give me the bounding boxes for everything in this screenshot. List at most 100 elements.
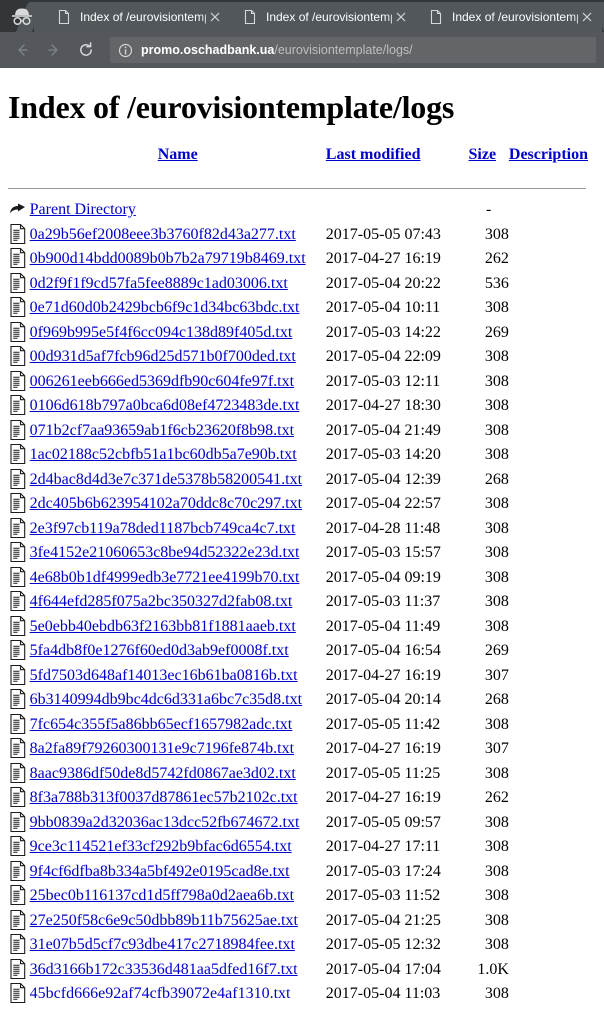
file-name-cell: 27e250f58c6e9c50dbb89b11b75625ae.txt	[30, 909, 326, 934]
file-icon	[8, 664, 30, 689]
file-size: 536	[484, 274, 509, 292]
file-date: 2017-05-05 12:32	[325, 936, 441, 953]
table-row: 006261eeb666ed5369dfb90c604fe97f.txt 2017…	[8, 370, 588, 395]
horizontal-rule	[8, 188, 586, 189]
file-link[interactable]: 5fd7503d648af14013ec16b61ba0816b.txt	[30, 667, 298, 684]
file-link[interactable]: 9f4cf6dfba8b334a5bf492e0195cad8e.txt	[30, 863, 290, 880]
file-date: 2017-05-04 22:09	[325, 348, 441, 365]
file-description	[509, 247, 588, 272]
file-name-cell: 6b3140994db9bc4dc6d331a6bc7c35d8.txt	[30, 688, 326, 713]
file-link[interactable]: 0106d618b797a0bca6d08ef4723483de.txt	[30, 397, 300, 414]
file-link[interactable]: 8a2fa89f79260300131e9c7196fe874b.txt	[30, 740, 294, 757]
file-link[interactable]: 36d3166b172c33536d481aa5dfed16f7.txt	[30, 961, 298, 978]
table-row: 25bec0b116137cd1d5ff798a0d2aea6b.txt 2017…	[8, 884, 588, 909]
file-link[interactable]: 5fa4db8f0e1276f60ed0d3ab9ef0008f.txt	[30, 642, 289, 659]
browser-tab-2[interactable]: Index of /eurovisiontemplate/logs	[220, 2, 416, 32]
table-row: 5fd7503d648af14013ec16b61ba0816b.txt 2017…	[8, 664, 588, 689]
file-link[interactable]: 5e0ebb40ebdb63f2163bb81f1881aaeb.txt	[30, 618, 296, 635]
parent-directory-row: Parent Directory -	[8, 198, 588, 223]
file-link[interactable]: 25bec0b116137cd1d5ff798a0d2aea6b.txt	[30, 887, 294, 904]
file-description	[509, 443, 588, 468]
file-description	[509, 860, 588, 885]
file-link[interactable]: 00d931d5af7fcb96d25d571b0f700ded.txt	[30, 348, 296, 365]
file-link[interactable]: 006261eeb666ed5369dfb90c604fe97f.txt	[30, 373, 294, 390]
browser-tab-1[interactable]: Index of /eurovisiontemplate/logs	[34, 2, 230, 32]
file-link[interactable]: 1ac02188c52cbfb51a1bc60db5a7e90b.txt	[30, 446, 297, 463]
table-row: 9bb0839a2d32036ac13dcc52fb674672.txt 2017…	[8, 811, 588, 836]
file-name-cell: 2e3f97cb119a78ded1187bcb749ca4c7.txt	[30, 517, 326, 542]
file-description	[509, 345, 588, 370]
sort-by-size-link[interactable]: Size	[469, 146, 497, 163]
file-size: 308	[484, 397, 509, 414]
close-icon[interactable]	[392, 8, 410, 26]
info-circle-icon[interactable]	[118, 43, 133, 58]
table-row: 2e3f97cb119a78ded1187bcb749ca4c7.txt 2017…	[8, 517, 588, 542]
page-icon	[56, 9, 72, 25]
address-bar[interactable]: promo.oschadbank.ua/eurovisiontemplate/l…	[110, 37, 596, 63]
table-row: 9f4cf6dfba8b334a5bf492e0195cad8e.txt 2017…	[8, 860, 588, 885]
file-description	[509, 835, 588, 860]
file-description	[509, 786, 588, 811]
file-link[interactable]: 9ce3c114521ef33cf292b9bfac6d6554.txt	[30, 838, 292, 855]
file-description	[509, 541, 588, 566]
file-link[interactable]: 4e68b0b1df4999edb3e7721ee4199b70.txt	[30, 569, 300, 586]
file-link[interactable]: 45bcfd666e92af74cfb39072e4af1310.txt	[30, 985, 291, 1002]
file-icon	[8, 345, 30, 370]
file-size: 308	[484, 495, 509, 512]
file-date: 2017-05-03 15:57	[325, 544, 441, 561]
file-link[interactable]: 2dc405b6b623954102a70ddc8c70c297.txt	[30, 495, 302, 512]
file-link[interactable]: 8aac9386df50de8d5742fd0867ae3d02.txt	[30, 765, 296, 782]
file-link[interactable]: 9bb0839a2d32036ac13dcc52fb674672.txt	[30, 814, 300, 831]
back-arrow-icon[interactable]	[8, 36, 36, 64]
file-link[interactable]: 0a29b56ef2008eee3b3760f82d43a277.txt	[30, 226, 296, 243]
file-icon	[8, 713, 30, 738]
file-link[interactable]: 27e250f58c6e9c50dbb89b11b75625ae.txt	[30, 912, 298, 929]
sort-by-description-link[interactable]: Description	[509, 146, 588, 163]
file-name-cell: 8aac9386df50de8d5742fd0867ae3d02.txt	[30, 762, 326, 787]
file-date: 2017-05-03 14:20	[325, 446, 441, 463]
column-header-name: Name	[30, 146, 326, 180]
file-date: 2017-04-27 16:19	[325, 666, 441, 684]
file-description	[509, 321, 588, 346]
table-header-row: Name Last modified Size Description	[8, 146, 588, 180]
file-link[interactable]: 0d2f9f1f9cd57fa5fee8889c1ad03006.txt	[30, 275, 288, 292]
file-name-cell: 2dc405b6b623954102a70ddc8c70c297.txt	[30, 492, 326, 517]
file-link[interactable]: 071b2cf7aa93659ab1f6cb23620f8b98.txt	[30, 422, 294, 439]
file-link[interactable]: 0e71d60d0b2429bcb6f9c1d34bc63bdc.txt	[30, 299, 300, 316]
table-row: 7fc654c355f5a86bb65ecf1657982adc.txt 2017…	[8, 713, 588, 738]
file-name-cell: 4f644efd285f075a2bc350327d2fab08.txt	[30, 590, 326, 615]
parent-directory-link[interactable]: Parent Directory	[30, 201, 136, 218]
reload-icon[interactable]	[72, 36, 100, 64]
page-content: Index of /eurovisiontemplate/logs Name L…	[0, 68, 604, 1032]
browser-tab-3[interactable]: Index of /eurovisiontemplate/logs	[406, 2, 602, 32]
close-icon[interactable]	[578, 8, 596, 26]
file-link[interactable]: 8f3a788b313f0037d87861ec57b2102c.txt	[30, 789, 298, 806]
table-row: 0a29b56ef2008eee3b3760f82d43a277.txt 2017…	[8, 223, 588, 248]
file-icon	[8, 492, 30, 517]
file-date: 2017-05-03 11:37	[325, 593, 441, 610]
sort-by-date-link[interactable]: Last modified	[326, 146, 421, 163]
file-link[interactable]: 0b900d14bdd0089b0b7b2a79719b8469.txt	[30, 250, 306, 267]
file-description	[509, 933, 588, 958]
file-link[interactable]: 7fc654c355f5a86bb65ecf1657982adc.txt	[30, 716, 293, 733]
file-link[interactable]: 6b3140994db9bc4dc6d331a6bc7c35d8.txt	[30, 691, 302, 708]
file-date: 2017-05-05 11:42	[325, 715, 441, 733]
file-link[interactable]: 31e07b5d5cf7c93dbe417c2718984fee.txt	[30, 936, 295, 953]
file-link[interactable]: 2d4bac8d4d3e7c371de5378b58200541.txt	[30, 471, 302, 488]
tab-title: Index of /eurovisiontemplate/logs	[266, 10, 392, 24]
column-header-size: Size	[469, 146, 509, 180]
forward-arrow-icon[interactable]	[40, 36, 68, 64]
close-icon[interactable]	[206, 8, 224, 26]
file-icon	[8, 370, 30, 395]
file-description	[509, 982, 588, 1007]
file-date: 2017-05-04 11:03	[325, 985, 441, 1002]
file-link[interactable]: 2e3f97cb119a78ded1187bcb749ca4c7.txt	[30, 520, 296, 537]
file-icon	[8, 933, 30, 958]
file-link[interactable]: 0f969b995e5f4f6cc094c138d89f405d.txt	[30, 324, 293, 341]
file-link[interactable]: 3fe4152e21060653c8be94d52322e23d.txt	[30, 544, 300, 561]
file-link[interactable]: 4f644efd285f075a2bc350327d2fab08.txt	[30, 593, 293, 610]
table-row: 5e0ebb40ebdb63f2163bb81f1881aaeb.txt 2017…	[8, 615, 588, 640]
file-date: 2017-05-04 21:49	[325, 421, 441, 439]
file-description	[509, 517, 588, 542]
sort-by-name-link[interactable]: Name	[158, 146, 198, 163]
